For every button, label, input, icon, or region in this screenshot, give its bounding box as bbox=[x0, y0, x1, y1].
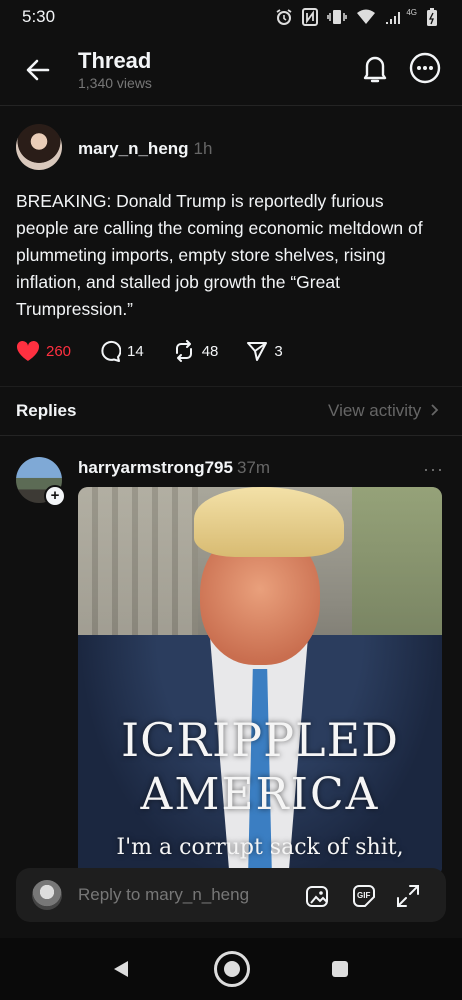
alarm-icon bbox=[276, 9, 292, 25]
repost-icon bbox=[175, 340, 192, 362]
image-caption-line2: AMERICA bbox=[140, 769, 380, 820]
comment-button[interactable]: 14 bbox=[99, 340, 144, 362]
system-nav-bar bbox=[0, 938, 462, 1000]
expand-button[interactable] bbox=[394, 882, 422, 910]
thread-header: Thread 1,340 views bbox=[0, 34, 462, 106]
follow-button[interactable]: + bbox=[44, 485, 66, 507]
gif-icon: GIF bbox=[353, 885, 375, 907]
status-time: 5:30 bbox=[22, 7, 56, 26]
wifi-icon bbox=[357, 9, 376, 24]
notifications-button[interactable] bbox=[360, 52, 390, 84]
photo-button[interactable] bbox=[304, 882, 332, 910]
signal-icon bbox=[386, 12, 401, 24]
page-title: Thread bbox=[78, 48, 152, 73]
comment-count: 14 bbox=[127, 342, 144, 360]
post-username[interactable]: mary_n_heng bbox=[78, 139, 189, 158]
image-caption-line3: I'm a corrupt sack of shit, bbox=[116, 835, 404, 860]
share-button[interactable]: 3 bbox=[246, 340, 283, 362]
image-icon bbox=[306, 886, 328, 907]
expand-icon bbox=[397, 885, 419, 907]
send-icon bbox=[247, 342, 268, 361]
reply-more-button[interactable]: ··· bbox=[423, 459, 444, 480]
more-options-button[interactable] bbox=[409, 52, 441, 84]
avatar bbox=[32, 880, 62, 910]
arrow-left-icon bbox=[26, 59, 50, 81]
view-activity-label[interactable]: View activity bbox=[328, 401, 421, 420]
reply-composer[interactable]: Reply to mary_n_heng GIF bbox=[16, 868, 446, 922]
battery-icon bbox=[427, 8, 437, 26]
view-count: 1,340 views bbox=[78, 75, 152, 91]
reply-time: 37m bbox=[236, 458, 271, 477]
post-actions: 260 14 48 3 bbox=[16, 340, 311, 362]
like-button[interactable]: 260 bbox=[16, 340, 71, 362]
post-author[interactable]: mary_n_heng 1h bbox=[78, 139, 212, 159]
replies-title: Replies bbox=[16, 401, 77, 420]
nfc-icon bbox=[302, 8, 319, 26]
avatar[interactable] bbox=[16, 124, 62, 170]
nav-home-button[interactable] bbox=[214, 951, 250, 987]
image-hair bbox=[194, 487, 344, 557]
repost-count: 48 bbox=[201, 342, 219, 360]
image-caption-line1: ICRIPPLED bbox=[120, 713, 400, 767]
more-icon bbox=[409, 52, 441, 84]
reply-image[interactable]: ICRIPPLED AMERICA I'm a corrupt sack of … bbox=[78, 487, 442, 877]
reply-username[interactable]: harryarmstrong795 bbox=[78, 458, 233, 477]
chevron-right-icon bbox=[431, 404, 439, 416]
share-count: 3 bbox=[274, 342, 283, 360]
gif-button[interactable]: GIF bbox=[350, 882, 378, 910]
replies-header: Replies View activity bbox=[0, 386, 462, 436]
like-count: 260 bbox=[46, 342, 72, 360]
post-time: 1h bbox=[193, 139, 213, 158]
status-icons: 4G bbox=[275, 7, 438, 27]
reply-author[interactable]: harryarmstrong795 37m bbox=[78, 458, 270, 478]
status-bar: 5:30 4G bbox=[0, 0, 462, 34]
nav-back-icon[interactable] bbox=[112, 960, 130, 978]
repost-button[interactable]: 48 bbox=[172, 340, 219, 362]
post-text: BREAKING: Donald Trump is reportedly fur… bbox=[16, 191, 423, 319]
comment-icon bbox=[101, 340, 122, 362]
reply-input[interactable]: Reply to mary_n_heng bbox=[78, 885, 249, 905]
heart-icon bbox=[16, 340, 40, 361]
nav-recents-button[interactable] bbox=[332, 961, 348, 977]
bell-icon bbox=[363, 56, 387, 83]
svg-text:GIF: GIF bbox=[357, 891, 370, 900]
network-label: 4G bbox=[406, 7, 417, 17]
view-activity-link[interactable]: View activity bbox=[328, 401, 440, 421]
back-button[interactable] bbox=[24, 56, 52, 84]
vibrate-icon bbox=[327, 10, 348, 24]
